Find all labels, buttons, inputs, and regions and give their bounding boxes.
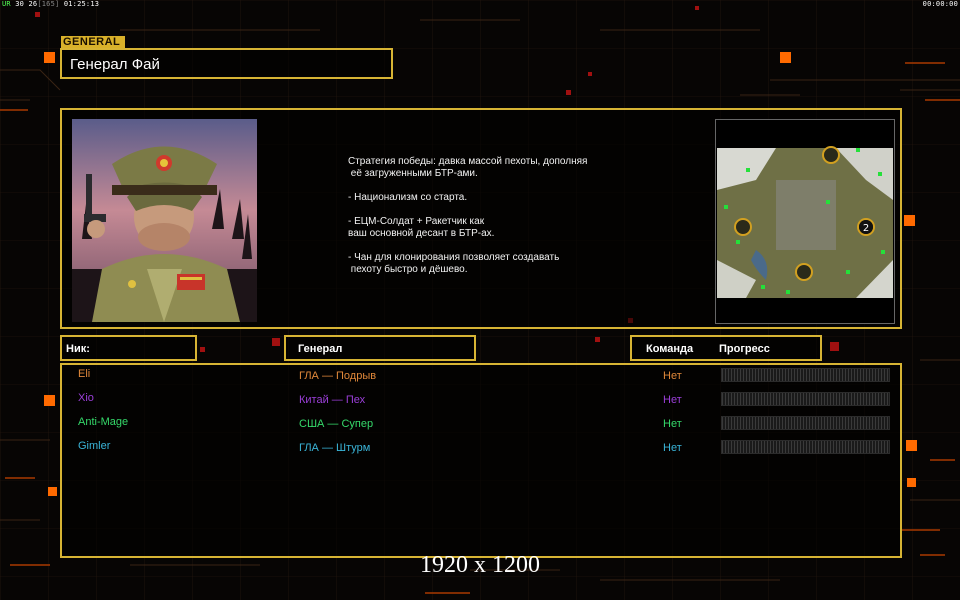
- general-title-box: Генерал Фай: [60, 48, 393, 79]
- player-list: Eli ГЛА — Подрыв Нет Xio Китай — Пех Нет…: [60, 363, 902, 558]
- column-nick-label: Ник:: [66, 343, 90, 355]
- hud-fps-readout: UR 30 26[165] 01:25:13: [2, 0, 99, 8]
- resolution-label: 1920 x 1200: [420, 552, 540, 578]
- player-nick: Xio: [78, 392, 94, 404]
- general-name: Генерал Фай: [70, 56, 160, 73]
- hud-prefix: UR: [2, 0, 11, 8]
- player-team: Нет: [663, 442, 682, 454]
- general-portrait: [72, 119, 257, 322]
- player-row: Eli ГЛА — Подрыв Нет: [62, 365, 904, 389]
- loading-progress-bar: [721, 416, 890, 430]
- general-tag: GENERAL: [61, 36, 125, 48]
- hud-fps: 30 26: [15, 0, 38, 8]
- player-team: Нет: [663, 370, 682, 382]
- hud-clock: 01:25:13: [63, 0, 100, 8]
- player-row: Xio Китай — Пех Нет: [62, 389, 904, 413]
- hud-frame-count: [165]: [37, 0, 60, 8]
- column-team-label: Команда: [646, 343, 694, 355]
- column-header-general: Генерал: [284, 335, 476, 361]
- column-header-nick: Ник:: [60, 335, 197, 361]
- map-preview[interactable]: 2: [715, 119, 895, 324]
- svg-text:2: 2: [863, 223, 869, 234]
- column-header-team-progress: Команда Прогресс: [630, 335, 822, 361]
- player-row: Anti-Mage США — Супер Нет: [62, 413, 904, 437]
- loading-progress-bar: [721, 392, 890, 406]
- general-info-panel: Стратегия победы: давка массой пехоты, д…: [60, 108, 902, 329]
- player-nick: Gimler: [78, 440, 111, 452]
- column-progress-label: Прогресс: [719, 343, 770, 355]
- player-team: Нет: [663, 394, 682, 406]
- start-position-marker: 2: [859, 220, 873, 234]
- player-general: ГЛА — Подрыв: [299, 370, 377, 382]
- player-general: Китай — Пех: [299, 394, 366, 406]
- player-row: Gimler ГЛА — Штурм Нет: [62, 437, 904, 461]
- player-nick: Anti-Mage: [78, 416, 129, 428]
- hud-right-timer: 00:00:00: [922, 0, 958, 8]
- player-general: США — Супер: [299, 418, 374, 430]
- column-general-label: Генерал: [298, 343, 343, 355]
- player-team: Нет: [663, 418, 682, 430]
- loading-progress-bar: [721, 368, 890, 382]
- player-nick: Eli: [78, 368, 91, 380]
- player-general: ГЛА — Штурм: [299, 442, 371, 454]
- strategy-description: Стратегия победы: давка массой пехоты, д…: [348, 156, 588, 275]
- loading-progress-bar: [721, 440, 890, 454]
